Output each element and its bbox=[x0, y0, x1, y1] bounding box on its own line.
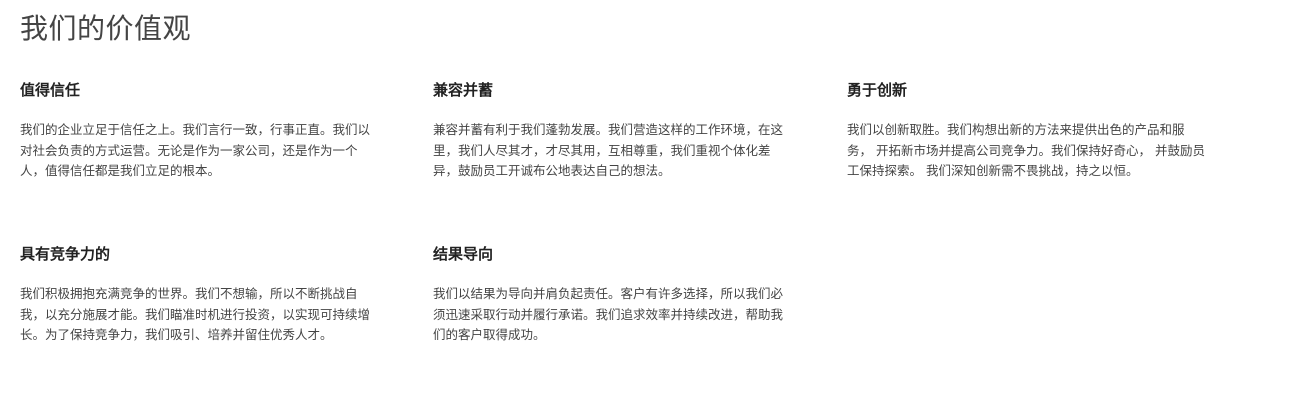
value-title: 兼容并蓄 bbox=[433, 81, 494, 99]
value-title: 值得信任 bbox=[20, 81, 81, 99]
value-description: 我们以创新取胜。我们构想出新的方法来提供出色的产品和服务， 开拓新市场并提高公司… bbox=[847, 122, 1205, 178]
value-title: 勇于创新 bbox=[847, 81, 908, 99]
page-title: 我们的价值观 bbox=[20, 12, 192, 45]
value-title: 结果导向 bbox=[433, 245, 494, 263]
value-card-competitive: 具有竞争力的 我们积极拥抱充满竞争的世界。我们不想输，所以不断挑战自我，以充分施… bbox=[20, 244, 390, 346]
value-description: 我们积极拥抱充满竞争的世界。我们不想输，所以不断挑战自我，以充分施展才能。我们瞄… bbox=[20, 286, 371, 342]
value-description: 兼容并蓄有利于我们蓬勃发展。我们营造这样的工作环境，在这里，我们人尽其才，才尽其… bbox=[433, 122, 784, 178]
value-title: 具有竞争力的 bbox=[20, 245, 111, 263]
value-card-results-oriented: 结果导向 我们以结果为导向并肩负起责任。客户有许多选择，所以我们必须迅速采取行动… bbox=[433, 244, 803, 346]
value-description: 我们的企业立足于信任之上。我们言行一致，行事正直。我们以对社会负责的方式运营。无… bbox=[20, 122, 371, 178]
value-card-inclusive: 兼容并蓄 兼容并蓄有利于我们蓬勃发展。我们营造这样的工作环境，在这里，我们人尽其… bbox=[433, 80, 803, 182]
value-description: 我们以结果为导向并肩负起责任。客户有许多选择，所以我们必须迅速采取行动并履行承诺… bbox=[433, 286, 784, 342]
value-card-innovative: 勇于创新 我们以创新取胜。我们构想出新的方法来提供出色的产品和服务， 开拓新市场… bbox=[847, 80, 1217, 182]
value-card-trustworthy: 值得信任 我们的企业立足于信任之上。我们言行一致，行事正直。我们以对社会负责的方… bbox=[20, 80, 390, 182]
